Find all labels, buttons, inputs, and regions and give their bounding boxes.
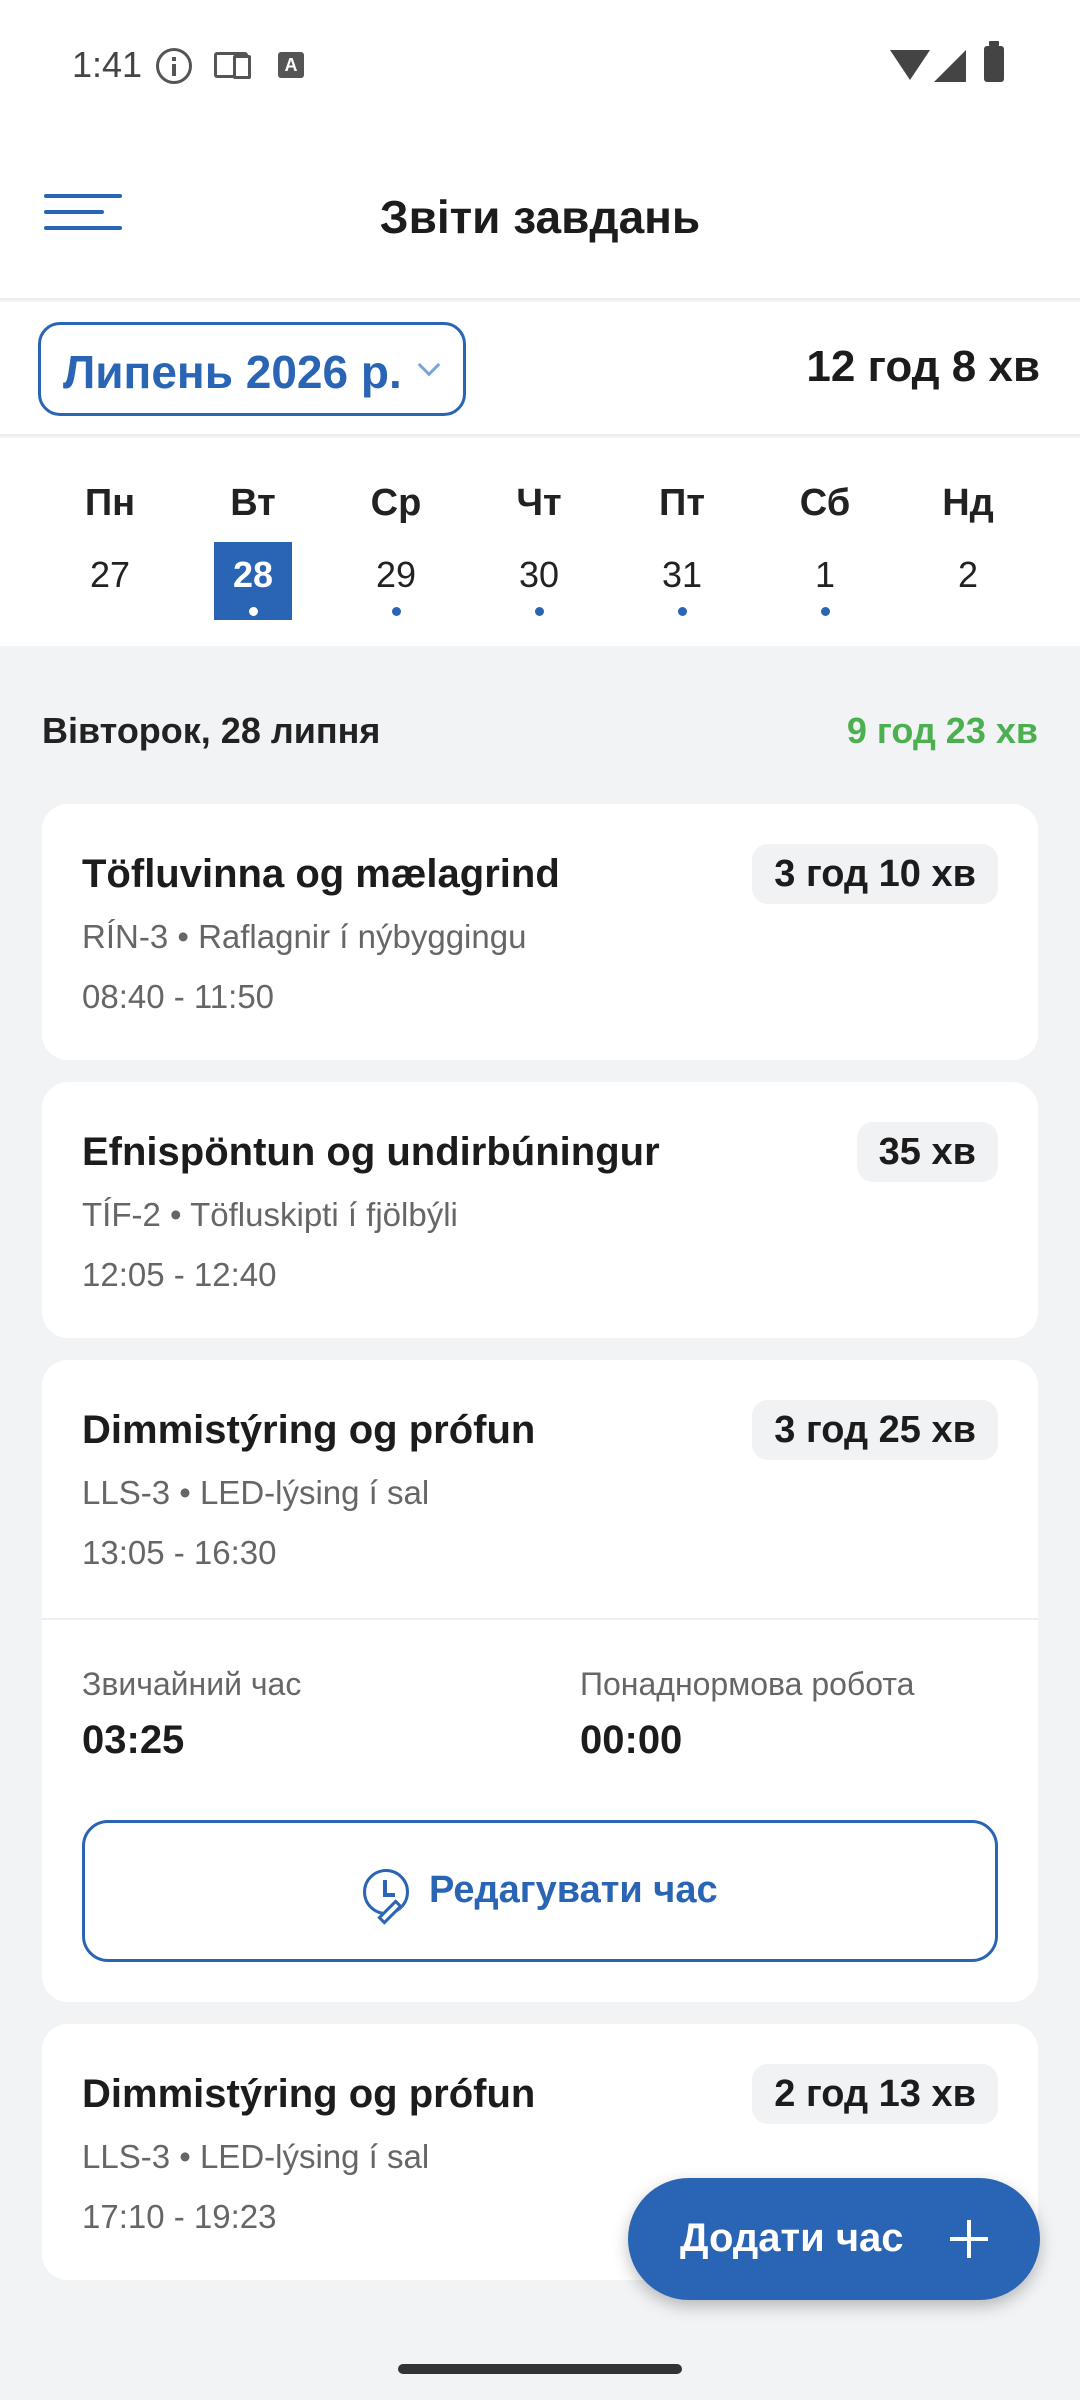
duration-badge: 2 год 13 хв xyxy=(752,2064,998,2124)
day-item[interactable]: Сб 1 xyxy=(775,482,875,620)
day-header-total: 9 год 23 хв xyxy=(846,710,1038,751)
regular-time-value: 03:25 xyxy=(82,1718,185,1762)
entry-dot-icon xyxy=(678,607,687,616)
edit-time-label: Редагувати час xyxy=(429,1869,718,1911)
entry-time-range: 13:05 - 16:30 xyxy=(82,1534,277,1571)
entry-title: Töfluvinna og mælagrind xyxy=(82,852,560,896)
day-item[interactable]: Ср 29 xyxy=(346,482,446,620)
overtime-value: 00:00 xyxy=(580,1718,683,1762)
chevron-down-icon xyxy=(417,353,441,377)
entry-dot-icon xyxy=(821,607,830,616)
home-indicator[interactable] xyxy=(398,2364,682,2374)
page-title: Звіти завдань xyxy=(379,191,701,243)
app-bar: Звіти завдань xyxy=(0,130,1080,300)
task-entry-card-expanded[interactable]: Dimmistýring og prófun 3 год 25 хв LLS-3… xyxy=(42,1360,1038,2002)
info-icon xyxy=(156,48,192,84)
day-number: 30 xyxy=(500,542,578,620)
cast-icon xyxy=(214,52,251,79)
day-name: Пн xyxy=(84,482,136,524)
day-name: Ср xyxy=(370,482,422,524)
entry-title: Dimmistýring og prófun xyxy=(82,1408,536,1452)
duration-badge: 3 год 25 хв xyxy=(752,1400,998,1460)
divider xyxy=(42,1618,1038,1620)
day-item[interactable]: Чт 30 xyxy=(489,482,589,620)
month-row: Липень 2026 р. 12 год 8 хв xyxy=(0,302,1080,436)
day-name: Вт xyxy=(230,482,276,524)
edit-time-button[interactable]: Редагувати час xyxy=(82,1820,998,1962)
status-bar: 1:41 A xyxy=(0,0,1080,130)
day-item[interactable]: Нд 2 xyxy=(918,482,1018,620)
plus-icon xyxy=(950,2220,988,2258)
entry-project: TÍF-2 • Töfluskipti í fjölbýli xyxy=(82,1196,458,1233)
entry-project: LLS-3 • LED-lýsing í sal xyxy=(82,2138,430,2175)
entry-title: Efnispöntun og undirbúningur xyxy=(82,1130,660,1174)
overtime-label: Понаднормова робота xyxy=(580,1666,915,1702)
task-entry-card[interactable]: Töfluvinna og mælagrind 3 год 10 хв RÍN-… xyxy=(42,804,1038,1060)
duration-badge: 3 год 10 хв xyxy=(752,844,998,904)
week-strip: Пн 27 Вт 28 Ср 29 Чт 30 Пт 31 Сб 1 Нд 2 xyxy=(0,438,1080,646)
entry-time-range: 08:40 - 11:50 xyxy=(82,978,275,1015)
month-picker[interactable]: Липень 2026 р. xyxy=(38,322,466,416)
keyboard-a-icon: A xyxy=(278,52,304,78)
month-total: 12 год 8 хв xyxy=(806,342,1040,391)
status-time: 1:41 xyxy=(72,44,143,85)
day-item[interactable]: Вт 28 xyxy=(203,482,303,620)
day-number: 29 xyxy=(357,542,435,620)
task-entry-card[interactable]: Efnispöntun og undirbúningur 35 хв TÍF-2… xyxy=(42,1082,1038,1338)
day-name: Сб xyxy=(799,482,851,524)
day-number: 2 xyxy=(957,554,979,595)
entry-time-range: 12:05 - 12:40 xyxy=(82,1256,277,1293)
day-header-date: Вівторок, 28 липня xyxy=(42,710,381,751)
day-item[interactable]: Пн 27 xyxy=(60,482,160,620)
regular-time-label: Звичайний час xyxy=(82,1666,302,1702)
day-number: 1 xyxy=(786,542,864,620)
entry-project: RÍN-3 • Raflagnir í nýbyggingu xyxy=(82,918,527,955)
day-number: 27 xyxy=(89,554,131,595)
day-number-selected: 28 xyxy=(214,542,292,620)
entry-title: Dimmistýring og prófun xyxy=(82,2072,536,2116)
month-label: Липень 2026 р. xyxy=(63,346,402,398)
day-name: Нд xyxy=(942,482,994,524)
add-time-label: Додати час xyxy=(680,2216,904,2260)
day-name: Пт xyxy=(659,482,705,524)
entry-dot-icon xyxy=(392,607,401,616)
entry-time-range: 17:10 - 19:23 xyxy=(82,2198,277,2235)
entry-project: LLS-3 • LED-lýsing í sal xyxy=(82,1474,430,1511)
day-item[interactable]: Пт 31 xyxy=(632,482,732,620)
entry-dot-icon xyxy=(249,607,258,616)
duration-badge: 35 хв xyxy=(856,1122,998,1182)
entry-dot-icon xyxy=(535,607,544,616)
day-name: Чт xyxy=(516,482,562,524)
day-number: 31 xyxy=(643,542,721,620)
wifi-icon xyxy=(890,50,930,80)
add-time-button[interactable]: Додати час xyxy=(628,2178,1040,2300)
signal-icon xyxy=(934,50,966,82)
battery-icon xyxy=(984,41,1004,82)
